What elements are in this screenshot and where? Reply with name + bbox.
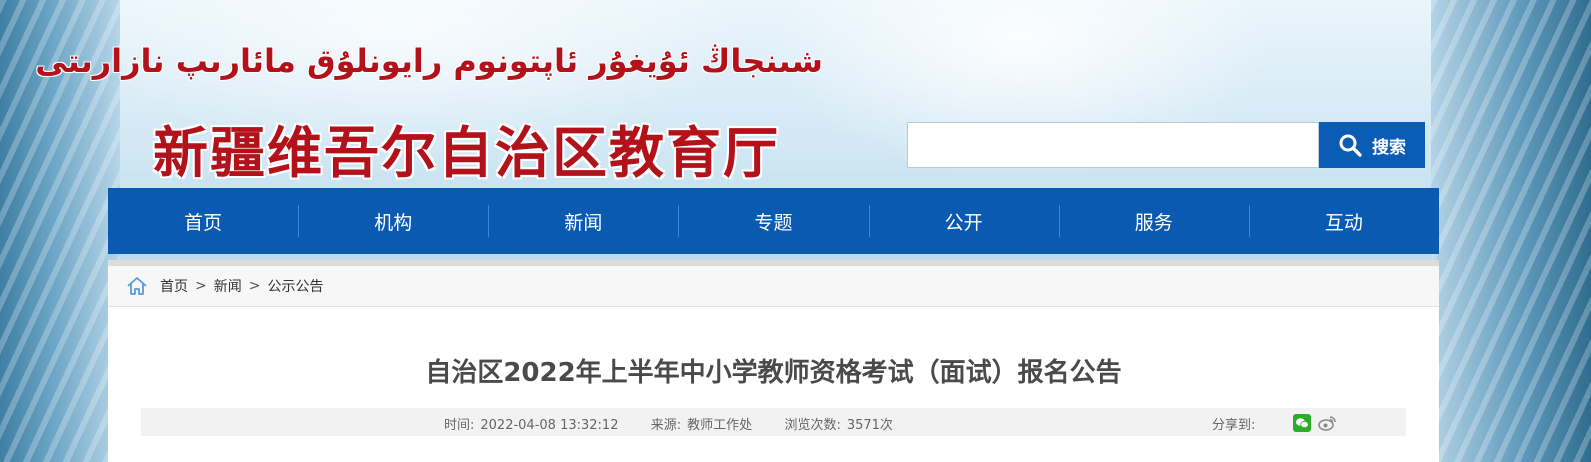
breadcrumb-news[interactable]: 新闻 bbox=[214, 276, 242, 296]
uyghur-site-title: شىنجاڭ ئۇيغۇر ئاپتونوم رايونلۇق مائارىپ … bbox=[35, 42, 823, 80]
content-panel: 首页 > 新闻 > 公示公告 自治区2022年上半年中小学教师资格考试（面试）报… bbox=[108, 260, 1439, 462]
breadcrumb-separator: > bbox=[195, 278, 207, 294]
source-value: 教师工作处 bbox=[687, 418, 753, 433]
views-label: 浏览次数: bbox=[784, 418, 841, 433]
main-nav: 首页 机构 新闻 专题 公开 服务 互动 bbox=[108, 188, 1439, 254]
nav-item-public[interactable]: 公开 bbox=[868, 188, 1059, 254]
breadcrumb: 首页 > 新闻 > 公示公告 bbox=[108, 266, 1439, 307]
breadcrumb-separator: > bbox=[248, 278, 261, 294]
nav-item-interaction[interactable]: 互动 bbox=[1248, 188, 1439, 254]
share-label: 分享到: bbox=[1212, 418, 1256, 433]
time-value: 2022-04-08 13:32:12 bbox=[480, 418, 619, 433]
article-title: 自治区2022年上半年中小学教师资格考试（面试）报名公告 bbox=[425, 358, 1122, 388]
breadcrumb-home[interactable]: 首页 bbox=[160, 276, 188, 296]
home-icon[interactable] bbox=[126, 276, 148, 296]
article-meta-info: 时间: 2022-04-08 13:32:12 来源: 教师工作处 浏览次数: 357… bbox=[444, 414, 899, 433]
search-input[interactable] bbox=[908, 123, 1318, 167]
nav-item-services[interactable]: 服务 bbox=[1058, 188, 1249, 254]
wechat-share-icon[interactable] bbox=[1293, 414, 1311, 432]
views-value: 3571次 bbox=[846, 418, 893, 433]
nav-item-organization[interactable]: 机构 bbox=[298, 188, 488, 254]
site-header: شىنجاڭ ئۇيغۇر ئاپتونوم رايونلۇق مائارىپ … bbox=[0, 0, 1591, 190]
search-button-label: 搜索 bbox=[1372, 137, 1406, 158]
weibo-share-icon[interactable] bbox=[1317, 413, 1337, 433]
search-box bbox=[907, 122, 1319, 168]
nav-item-news[interactable]: 新闻 bbox=[488, 188, 678, 254]
source-label: 来源: bbox=[650, 418, 682, 433]
nav-item-home[interactable]: 首页 bbox=[108, 188, 298, 254]
nav-item-topics[interactable]: 专题 bbox=[678, 188, 868, 254]
time-label: 时间: bbox=[444, 418, 475, 433]
search-icon bbox=[1338, 133, 1362, 157]
search-button[interactable]: 搜索 bbox=[1319, 122, 1425, 168]
site-title: 新疆维吾尔自治区教育厅 bbox=[153, 120, 781, 185]
article-meta-bar: 时间: 2022-04-08 13:32:12 来源: 教师工作处 浏览次数: 357… bbox=[141, 408, 1406, 436]
breadcrumb-announcements[interactable]: 公示公告 bbox=[267, 276, 323, 296]
